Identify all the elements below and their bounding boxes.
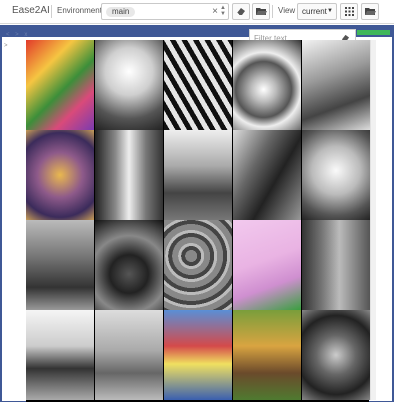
eraser-icon: [236, 8, 245, 16]
image-tile-refrigerator[interactable]: [302, 220, 370, 310]
chevron-down-icon: ▼: [327, 8, 333, 14]
image-tile-group-photo[interactable]: [164, 310, 232, 400]
image-tile-tree-figure[interactable]: [26, 130, 94, 220]
image-tile-skateboarder[interactable]: [233, 220, 301, 310]
environment-select[interactable]: main × ▲ ▼: [101, 3, 229, 20]
image-tile-stop-sign[interactable]: [95, 220, 163, 310]
image-tile-interior-room[interactable]: [233, 130, 301, 220]
image-tile-living-room[interactable]: [26, 220, 94, 310]
view-select[interactable]: current ▼: [297, 3, 337, 20]
open-folder-button-2[interactable]: [361, 3, 379, 20]
toolbar-divider: [272, 5, 273, 18]
panel-controls[interactable]: < > x: [6, 32, 29, 38]
grid-icon: [344, 7, 354, 16]
status-indicator: [357, 30, 390, 35]
toolbar-divider: [51, 5, 52, 18]
image-tile-rocks[interactable]: [164, 220, 232, 310]
image-tile-giraffe[interactable]: [233, 310, 301, 400]
environment-spinner-icon[interactable]: ▲ ▼: [220, 5, 226, 17]
grid-view-button[interactable]: [340, 3, 358, 20]
expand-caret-icon[interactable]: >: [4, 43, 8, 49]
folder-icon: [255, 8, 267, 15]
image-tile-flower-vase[interactable]: [95, 40, 163, 130]
view-label: View: [278, 6, 296, 15]
image-tile-hamster[interactable]: [302, 130, 370, 220]
environment-clear-button[interactable]: ×: [212, 6, 218, 17]
image-tile-kitchen-rack[interactable]: [302, 40, 370, 130]
image-tile-train-station[interactable]: [164, 130, 232, 220]
image-tile-surfer[interactable]: [26, 310, 94, 400]
open-folder-button[interactable]: [252, 3, 270, 20]
image-tile-zebra[interactable]: [164, 40, 232, 130]
folder-icon: [364, 8, 376, 15]
image-tile-tennis-player[interactable]: [95, 310, 163, 400]
view-select-value: current: [302, 7, 327, 16]
image-tile-clock[interactable]: [95, 130, 163, 220]
environment-chip[interactable]: main: [106, 7, 136, 17]
top-toolbar: Ease2AI Environment main × ▲ ▼ View curre…: [0, 0, 394, 24]
app-title: Ease2AI: [12, 5, 50, 16]
image-tile-bird-reflection[interactable]: [302, 310, 370, 400]
eraser-button[interactable]: [232, 3, 250, 20]
image-tile-umbrella[interactable]: [233, 40, 301, 130]
image-grid: [26, 40, 370, 402]
environment-label: Environment: [57, 6, 102, 15]
vertical-scrollbar[interactable]: [370, 40, 376, 400]
image-tile-food-tray[interactable]: [26, 40, 94, 130]
